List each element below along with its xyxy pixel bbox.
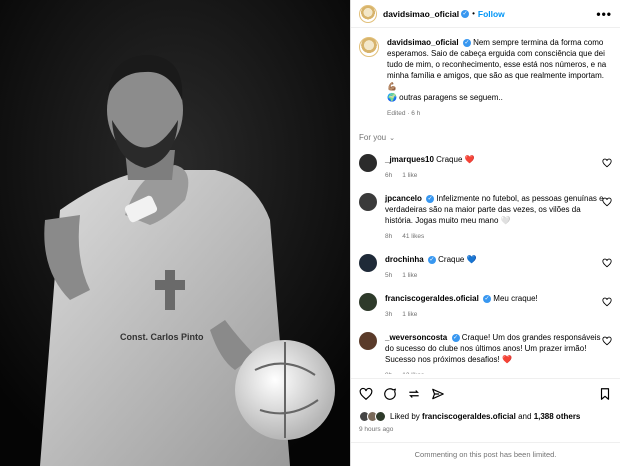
follow-button[interactable]: Follow bbox=[478, 9, 505, 19]
liked-by-avatars bbox=[359, 411, 386, 422]
verified-badge-icon: ✓ bbox=[462, 38, 471, 47]
verified-badge-icon: ✓ bbox=[461, 9, 470, 18]
comment-like-heart-icon[interactable] bbox=[602, 158, 612, 168]
caption-username[interactable]: davidsimao_oficial bbox=[387, 38, 459, 47]
post-photo[interactable]: Const. Carlos Pinto bbox=[0, 0, 350, 466]
commenter-username[interactable]: jpcancelo bbox=[385, 194, 422, 203]
author-avatar[interactable] bbox=[359, 4, 377, 23]
comment-meta: 8h 41 likes bbox=[385, 231, 605, 242]
caption-text-2: 🌍 outras paragens se seguem.. bbox=[387, 93, 503, 102]
comment-like-heart-icon[interactable] bbox=[602, 258, 612, 268]
caption-avatar[interactable] bbox=[359, 37, 379, 57]
like-heart-icon[interactable] bbox=[359, 387, 373, 401]
commenter-username[interactable]: _weversoncosta bbox=[385, 333, 447, 342]
for-you-label: For you bbox=[359, 133, 387, 142]
verified-badge-icon: ✓ bbox=[483, 294, 492, 303]
post-side-panel: davidsimao_oficial ✓ • Follow ••• davids… bbox=[350, 0, 620, 466]
commenter-username[interactable]: drochinha bbox=[385, 255, 424, 264]
shirt-sponsor-text: Const. Carlos Pinto bbox=[120, 332, 204, 342]
post-time-ago: 9 hours ago bbox=[359, 426, 394, 433]
verified-badge-icon: ✓ bbox=[426, 194, 435, 203]
comment-likes[interactable]: 1 like bbox=[402, 311, 417, 318]
comment-row: _weversoncosta ✓ Craque! Um dos grandes … bbox=[359, 332, 612, 374]
liked-by-line: Liked by franciscogeraldes.oficial and 1… bbox=[359, 411, 612, 422]
commenter-avatar[interactable] bbox=[359, 332, 377, 350]
commenter-avatar[interactable] bbox=[359, 254, 377, 272]
player-photo-illustration: Const. Carlos Pinto bbox=[0, 0, 350, 466]
liker-avatar bbox=[375, 411, 386, 422]
commenter-username[interactable]: _jmarques10 bbox=[385, 155, 434, 164]
caption-meta: Edited · 6 h bbox=[387, 110, 421, 117]
comment-row: jpcancelo ✓ Infelizmente no futebol, as … bbox=[359, 193, 612, 242]
liked-by-prefix: Liked by bbox=[390, 412, 420, 421]
liked-by-user[interactable]: franciscogeraldes.oficial bbox=[422, 412, 516, 421]
commenter-avatar[interactable] bbox=[359, 193, 377, 211]
post-actions: Liked by franciscogeraldes.oficial and 1… bbox=[351, 378, 620, 433]
comment-text: Craque ❤️ bbox=[436, 155, 475, 164]
comment-like-heart-icon[interactable] bbox=[602, 336, 612, 346]
comment-time: 5h bbox=[385, 272, 393, 279]
verified-badge-icon: ✓ bbox=[451, 333, 460, 342]
commenter-avatar[interactable] bbox=[359, 154, 377, 172]
comment-meta: 5h 1 like bbox=[385, 270, 605, 281]
comment-time: 3h bbox=[385, 311, 393, 318]
comment-likes[interactable]: 1 like bbox=[402, 272, 417, 279]
comment-row: _jmarques10 Craque ❤️ 6h 1 like bbox=[359, 154, 612, 181]
comment-row: drochinha ✓ Craque 💙 5h 1 like bbox=[359, 254, 612, 281]
more-options-icon[interactable]: ••• bbox=[596, 7, 612, 21]
comment-icon[interactable] bbox=[383, 387, 397, 401]
comment-time: 8h bbox=[385, 233, 393, 240]
comments-limited-notice: Commenting on this post has been limited… bbox=[351, 442, 620, 466]
post-header: davidsimao_oficial ✓ • Follow ••• bbox=[351, 0, 620, 28]
repost-icon[interactable] bbox=[407, 387, 421, 401]
comments-list[interactable]: davidsimao_oficial ✓ Nem sempre termina … bbox=[351, 29, 620, 374]
post-modal: Const. Carlos Pinto davidsimao_oficial ✓… bbox=[0, 0, 620, 466]
for-you-filter[interactable]: For you ⌄ bbox=[359, 133, 612, 142]
comment-meta: 3h 1 like bbox=[385, 309, 605, 320]
comment-text: Meu craque! bbox=[493, 294, 538, 303]
comment-likes[interactable]: 13 likes bbox=[402, 372, 424, 374]
comment-like-heart-icon[interactable] bbox=[602, 297, 612, 307]
caption: davidsimao_oficial ✓ Nem sempre termina … bbox=[359, 37, 612, 119]
comment-meta: 6h 1 like bbox=[385, 170, 605, 181]
comment-row: franciscogeraldes.oficial ✓ Meu craque! 3… bbox=[359, 293, 612, 320]
liked-by-count[interactable]: 1,388 others bbox=[534, 412, 581, 421]
verified-badge-icon: ✓ bbox=[427, 255, 436, 264]
share-icon[interactable] bbox=[431, 387, 445, 401]
comment-meta: 8h 13 likes bbox=[385, 370, 605, 374]
comment-time: 8h bbox=[385, 372, 392, 374]
comment-likes[interactable]: 41 likes bbox=[402, 233, 424, 240]
author-username[interactable]: davidsimao_oficial bbox=[383, 9, 459, 19]
comment-like-heart-icon[interactable] bbox=[602, 197, 612, 207]
liked-by-and: and bbox=[518, 412, 532, 421]
comment-likes[interactable]: 1 like bbox=[402, 172, 417, 179]
save-bookmark-icon[interactable] bbox=[598, 387, 612, 401]
chevron-down-icon: ⌄ bbox=[389, 134, 395, 142]
separator-dot: • bbox=[472, 9, 475, 18]
commenter-username[interactable]: franciscogeraldes.oficial bbox=[385, 294, 479, 303]
comment-text: Craque 💙 bbox=[438, 255, 477, 264]
comment-time: 6h bbox=[385, 172, 393, 179]
commenter-avatar[interactable] bbox=[359, 293, 377, 311]
